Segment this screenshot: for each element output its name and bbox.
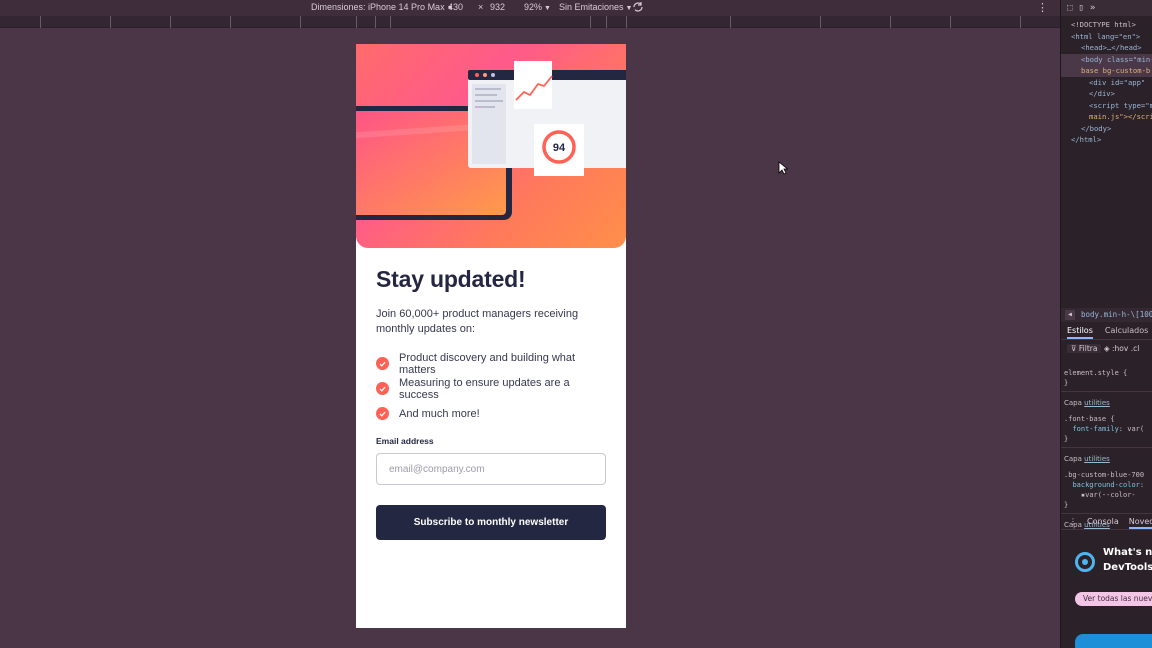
breadcrumb-label: body.min-h-\[100dv (1081, 310, 1152, 319)
dom-node[interactable]: <script type="m (1061, 100, 1152, 112)
layers-icon[interactable]: ◈ (1104, 344, 1110, 353)
list-item: Product discovery and building what matt… (376, 351, 606, 376)
score-value: 94 (553, 142, 566, 154)
see-all-news-button[interactable]: Ver todas las nueva (1075, 592, 1152, 606)
css-rule[interactable]: .font-base { font-family: var(} (1064, 414, 1152, 444)
email-label: Email address (376, 436, 434, 446)
dom-node-selected[interactable]: <body class="min- (1061, 53, 1152, 65)
devtools-panel: ⬚ ▯ » <!DOCTYPE html> <html lang="en"> <… (1060, 0, 1152, 648)
zoom-dropdown[interactable]: 92% ▼ (524, 2, 551, 12)
more-options-icon[interactable]: ⋮ (1037, 1, 1048, 14)
throttling-label: Sin Emitaciones (559, 2, 624, 12)
layer-label: Capa utilities (1064, 399, 1110, 407)
dom-tree: <!DOCTYPE html> <html lang="en"> <head>…… (1061, 16, 1152, 146)
tab-styles[interactable]: Estilos (1067, 326, 1093, 339)
promo-banner (1075, 634, 1152, 648)
filter-input[interactable]: ⊽ Filtra (1067, 344, 1102, 353)
drawer-tabs: ⋮ Consola Noved (1061, 514, 1152, 530)
rotate-icon[interactable] (632, 1, 644, 15)
feature-label: Product discovery and building what matt… (399, 351, 576, 376)
media-query-ruler (0, 16, 1060, 28)
feature-label: Measuring to ensure updates are a succes… (399, 376, 570, 401)
feature-label: And much more! (399, 407, 480, 420)
element-style-rule[interactable]: element.style {} (1064, 368, 1152, 388)
device-width-input[interactable]: 430 (448, 2, 463, 12)
css-rule[interactable]: .bg-custom-blue-700 background-color: ▪v… (1064, 470, 1152, 510)
hero-illustration: 94 (356, 44, 626, 248)
chrome-logo-icon (1075, 552, 1095, 572)
page-title: Stay updated! (376, 266, 526, 292)
dom-node[interactable]: <head>…</head> (1061, 42, 1152, 54)
check-icon (376, 382, 389, 395)
signup-content: Stay updated! Join 60,000+ product manag… (376, 266, 606, 540)
inspect-icon[interactable]: ⬚ (1067, 3, 1072, 13)
list-item: Measuring to ensure updates are a succes… (376, 376, 606, 401)
dom-node[interactable]: </html> (1061, 134, 1152, 146)
utilities-link[interactable]: utilities (1084, 455, 1110, 463)
device-dimensions-dropdown[interactable]: Dimensiones: iPhone 14 Pro Max ▼ (311, 2, 454, 12)
filter-icon: ⊽ (1071, 344, 1077, 353)
tab-computed[interactable]: Calculados (1105, 326, 1148, 339)
dom-node-selected-cont: base bg-custom-b (1061, 65, 1152, 77)
dom-node[interactable]: <!DOCTYPE html> (1061, 19, 1152, 31)
filter-label: Filtra (1078, 344, 1098, 353)
cls-toggle[interactable]: .cl (1131, 344, 1140, 353)
chevron-left-icon[interactable]: ◀ (1065, 310, 1075, 320)
dom-node[interactable]: <html lang="en"> (1061, 31, 1152, 43)
styles-filter-bar: ⊽ Filtra ◈ :hov .cl (1067, 344, 1152, 356)
breadcrumb[interactable]: ◀ body.min-h-\[100dv (1061, 308, 1152, 322)
device-dimensions-label: Dimensiones: iPhone 14 Pro Max (311, 2, 445, 12)
drawer-menu-icon[interactable]: ⋮ (1069, 514, 1077, 529)
device-height-input[interactable]: 932 (490, 2, 505, 12)
intro-text: Join 60,000+ product managers receiving … (376, 308, 579, 335)
check-icon (376, 407, 389, 420)
dom-node[interactable]: <div id="app" (1061, 77, 1152, 89)
throttling-dropdown[interactable]: Sin Emitaciones ▼ (559, 2, 632, 12)
zoom-label: 92% (524, 2, 543, 12)
whats-new-heading: What's newDevTools (1103, 547, 1152, 573)
tab-console[interactable]: Consola (1087, 514, 1119, 529)
dimension-times-symbol: × (478, 2, 484, 12)
dom-node[interactable]: </div> (1061, 88, 1152, 100)
tab-whats-new[interactable]: Noved (1128, 514, 1152, 529)
utilities-link[interactable]: utilities (1084, 399, 1110, 407)
styles-tabs: Estilos Calculados (1061, 326, 1152, 340)
email-field[interactable] (376, 453, 606, 485)
styles-pane: element.style {} Capa utilities .font-ba… (1061, 362, 1152, 530)
dom-node-cont: main.js"></scri (1089, 112, 1152, 121)
device-toolbar: Dimensiones: iPhone 14 Pro Max ▼ 430 × 93… (0, 0, 1060, 16)
dom-node[interactable]: </body> (1061, 123, 1152, 135)
check-icon (376, 357, 389, 370)
caret-down-icon: ▼ (544, 5, 551, 12)
mobile-viewport: 94 Stay updated! Join 60,000+ product ma… (356, 44, 626, 628)
feature-list: Product discovery and building what matt… (376, 351, 606, 426)
hov-toggle[interactable]: :hov (1112, 344, 1128, 353)
more-panels-icon[interactable]: » (1090, 3, 1095, 13)
list-item: And much more! (376, 401, 606, 426)
layer-label: Capa utilities (1064, 455, 1110, 463)
mouse-cursor-icon (778, 161, 788, 175)
devtools-top-bar: ⬚ ▯ » (1061, 0, 1152, 16)
subscribe-button[interactable]: Subscribe to monthly newsletter (376, 505, 606, 540)
device-toggle-icon[interactable]: ▯ (1078, 3, 1083, 13)
